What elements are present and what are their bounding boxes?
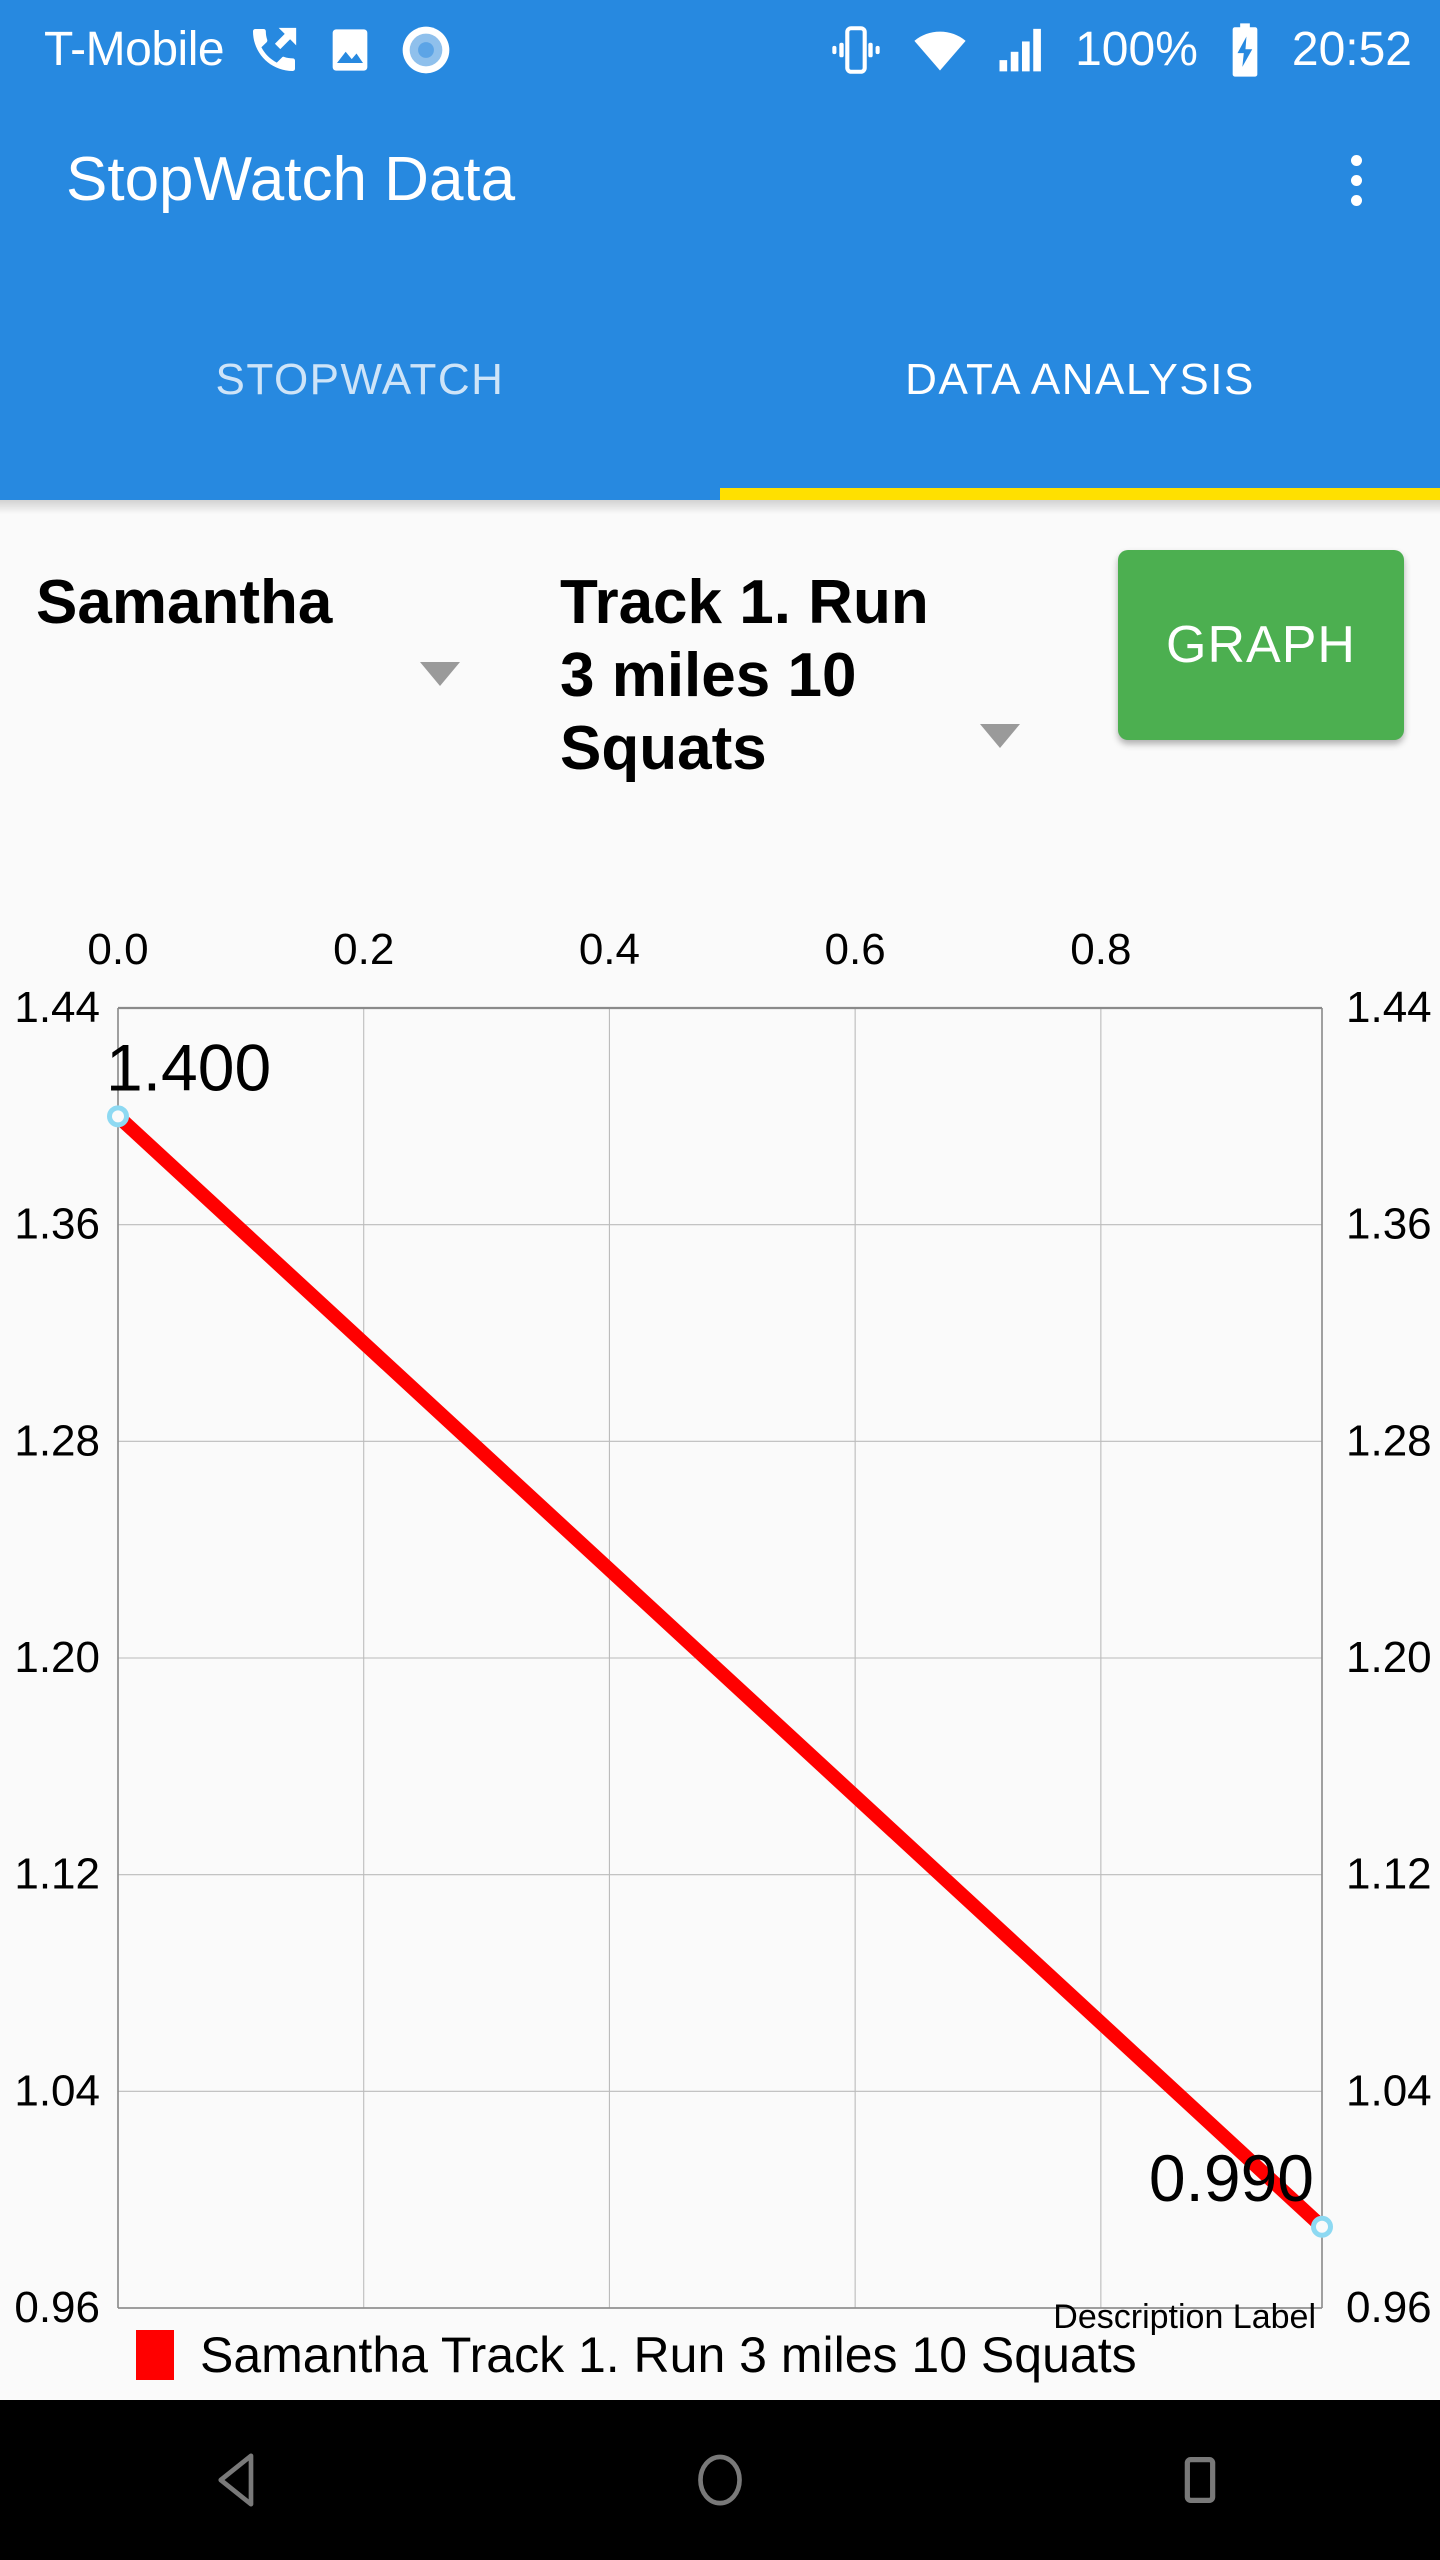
recents-button[interactable]: [1100, 2400, 1300, 2560]
battery-charging-icon: [1224, 21, 1266, 79]
workout-spinner[interactable]: Track 1. Run 3 miles 10 Squats: [560, 514, 1070, 785]
missed-call-icon: [246, 22, 302, 78]
tab-data-analysis-label: DATA ANALYSIS: [905, 355, 1255, 404]
series-line: [113, 1111, 1327, 2232]
tab-active-indicator: [720, 488, 1440, 500]
y-tick-label-right: 1.28: [1346, 1416, 1432, 1465]
record-icon: [398, 22, 454, 78]
x-tick-label: 0.0: [87, 925, 148, 974]
overflow-dot: [1350, 154, 1362, 166]
back-button[interactable]: [140, 2400, 340, 2560]
tab-data-analysis[interactable]: DATA ANALYSIS: [720, 260, 1440, 500]
athlete-spinner[interactable]: Samantha: [36, 514, 506, 686]
y-tick-label-right: 1.36: [1346, 1200, 1432, 1249]
y-tick-label-right: 1.44: [1346, 983, 1432, 1032]
series-point-label: 1.400: [106, 1030, 271, 1104]
carrier-label: T-Mobile: [44, 23, 225, 76]
chart-x-tick-labels: 0.0 0.2 0.4 0.6 0.8: [87, 925, 1131, 974]
chevron-down-icon: [980, 724, 1020, 748]
android-navigation-bar: [0, 2400, 1440, 2560]
tab-stopwatch-label: STOPWATCH: [215, 355, 505, 404]
status-time-label: 20:52: [1291, 23, 1412, 76]
chart-container: 0.0 0.2 0.4 0.6 0.8 1.44 1.36 1.28 1.20 1.12 1.04…: [0, 900, 1440, 2360]
chart-series: [107, 1105, 1333, 2238]
y-tick-label-right: 1.04: [1346, 2066, 1432, 2115]
graph-button[interactable]: GRAPH: [1118, 550, 1404, 740]
wifi-icon: [911, 21, 969, 79]
athlete-spinner-value: Samantha: [36, 568, 333, 637]
y-tick-label-right: 1.12: [1346, 1850, 1432, 1899]
x-tick-label: 0.2: [333, 925, 394, 974]
y-tick-label-left: 1.12: [14, 1850, 100, 1899]
chevron-down-icon: [420, 662, 460, 686]
page-title: StopWatch Data: [66, 145, 516, 214]
home-button[interactable]: [620, 2400, 820, 2560]
y-tick-label-left: 1.36: [14, 1200, 100, 1249]
tab-stopwatch[interactable]: STOPWATCH: [0, 260, 720, 500]
x-tick-label: 0.8: [1070, 925, 1131, 974]
status-bar-left: T-Mobile: [44, 22, 454, 78]
overflow-menu-icon[interactable]: [1308, 132, 1404, 228]
chart-point-labels: 1.400 0.990: [106, 1030, 1314, 2214]
x-tick-label: 0.4: [579, 925, 640, 974]
series-point-marker: [1311, 2215, 1333, 2238]
series-point-marker: [107, 1105, 129, 1128]
battery-percent-label: 100%: [1075, 23, 1198, 76]
legend-color-swatch: [136, 2330, 174, 2380]
overflow-dot: [1350, 194, 1362, 206]
recents-square-icon: [1184, 2457, 1216, 2503]
y-tick-label-left: 1.20: [14, 1633, 100, 1682]
line-chart[interactable]: 0.0 0.2 0.4 0.6 0.8 1.44 1.36 1.28 1.20 1.12 1.04…: [0, 900, 1440, 2360]
phone-screen: T-Mobile 100% 20:52 StopWatch Data STOPW…: [0, 0, 1440, 2560]
chart-y-tick-labels-left: 1.441.361.281.201.121.040.96: [14, 983, 100, 2332]
chart-y-tick-labels-right: 1.441.361.281.201.121.040.96: [1346, 983, 1432, 2332]
status-bar: T-Mobile 100% 20:52: [0, 0, 1440, 100]
overflow-dot: [1350, 174, 1362, 186]
y-tick-label-left: 1.28: [14, 1416, 100, 1465]
home-circle-icon: [698, 2454, 742, 2506]
y-tick-label-left: 1.04: [14, 2066, 100, 2115]
app-bar-shadow: [0, 500, 1440, 514]
vibrate-icon: [827, 21, 885, 79]
y-tick-label-left: 1.44: [14, 983, 100, 1032]
y-tick-label-right: 1.20: [1346, 1633, 1432, 1682]
status-bar-right: 100% 20:52: [827, 21, 1412, 79]
image-icon: [324, 24, 376, 76]
tab-bar: STOPWATCH DATA ANALYSIS: [0, 260, 1440, 500]
series-point-label: 0.990: [1149, 2141, 1314, 2215]
workout-spinner-value: Track 1. Run 3 miles 10 Squats: [560, 568, 929, 784]
chart-gridlines: [117, 1007, 1322, 2309]
app-bar: StopWatch Data: [0, 100, 1440, 260]
x-tick-label: 0.6: [825, 925, 886, 974]
signal-icon: [995, 23, 1049, 77]
selector-row: Samantha Track 1. Run 3 miles 10 Squats …: [0, 514, 1440, 904]
chart-legend: Samantha Track 1. Run 3 miles 10 Squats: [0, 2310, 1440, 2400]
legend-series-label: Samantha Track 1. Run 3 miles 10 Squats: [200, 2327, 1137, 2383]
back-triangle-icon: [218, 2453, 254, 2507]
